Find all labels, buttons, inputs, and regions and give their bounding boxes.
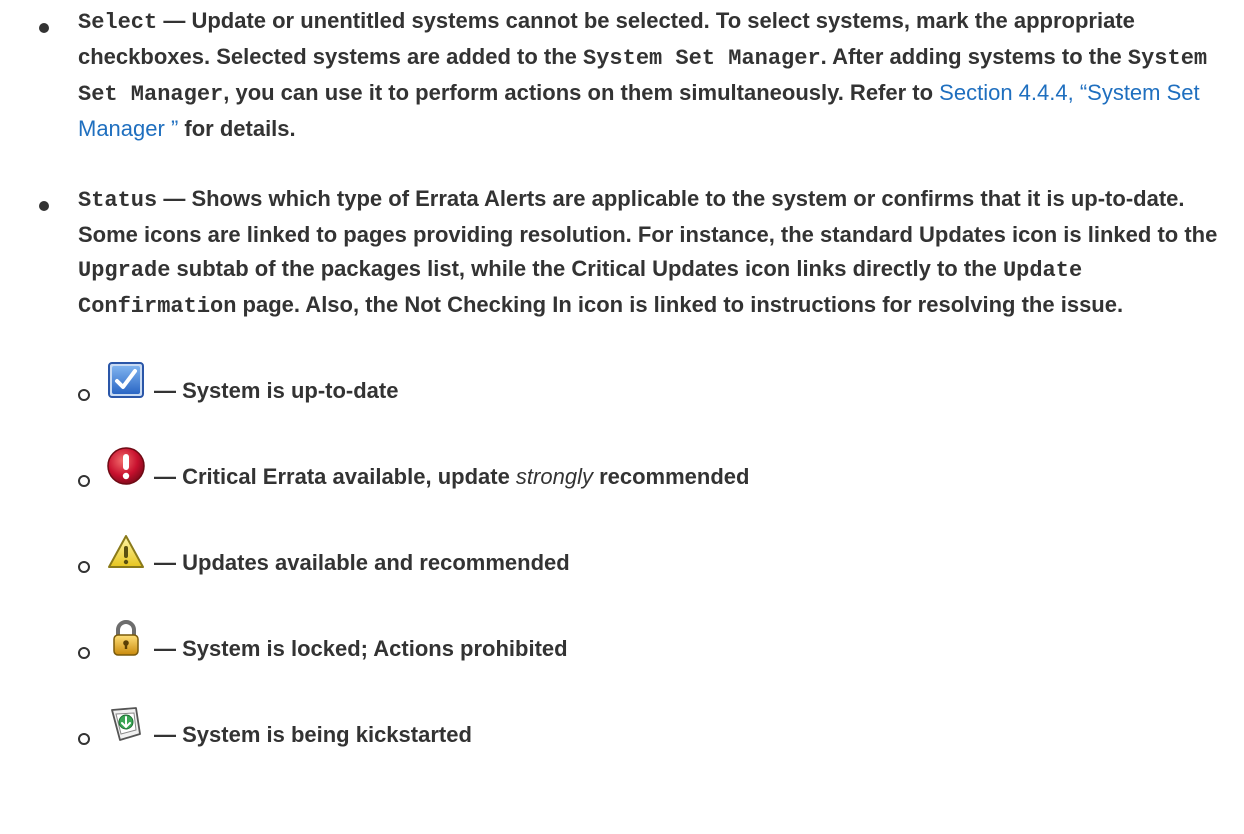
bullet-circle <box>78 561 90 573</box>
select-text-2: . After adding systems to the <box>820 44 1128 69</box>
status-icon-text: — System is being kickstarted <box>154 722 472 747</box>
status-term: Status <box>78 188 158 213</box>
status-icon-item: — System is up-to-date <box>78 362 1224 408</box>
list-item-status: Status — Shows which type of Errata Aler… <box>36 182 1224 752</box>
status-icon-item: — Updates available and recommended <box>78 535 1224 580</box>
bullet-circle <box>78 733 90 745</box>
warning-icon <box>106 532 146 572</box>
kickstart-icon <box>106 704 146 744</box>
document-body: Select — Update or unentitled systems ca… <box>0 0 1244 752</box>
bullet-disc <box>39 23 49 33</box>
lock-icon <box>106 618 146 658</box>
critical-text-after: recommended <box>592 464 750 489</box>
status-icon-item: — System is being kickstarted <box>78 707 1224 752</box>
status-text-1: — Shows which type of Errata Alerts are … <box>78 186 1218 247</box>
strongly-emphasis: strongly <box>515 464 593 489</box>
status-paragraph: Status — Shows which type of Errata Aler… <box>78 182 1224 324</box>
checkbox-icon <box>106 360 146 400</box>
status-text-2: subtab of the packages list, while the C… <box>170 256 1003 281</box>
status-text-3: page. Also, the Not Checking In icon is … <box>236 292 1124 317</box>
bullet-circle <box>78 389 90 401</box>
status-icon-text: — System is locked; Actions prohibited <box>154 636 568 661</box>
status-icon-text: — Updates available and recommended <box>154 550 570 575</box>
status-icon-text: — System is up-to-date <box>154 378 399 403</box>
status-icon-item: — System is locked; Actions prohibited <box>78 620 1224 666</box>
status-icon-list: — System is up-to-date — Critical Errata… <box>78 362 1224 752</box>
status-icon-text: — Critical Errata available, update stro… <box>154 460 749 494</box>
select-term: Select <box>78 10 158 35</box>
critical-text-before: — Critical Errata available, update <box>154 464 516 489</box>
select-paragraph: Select — Update or unentitled systems ca… <box>78 4 1224 146</box>
system-set-manager-term: System Set Manager <box>583 46 821 71</box>
bullet-circle <box>78 647 90 659</box>
status-icon-item: — Critical Errata available, update stro… <box>78 447 1224 494</box>
bullet-disc <box>39 201 49 211</box>
upgrade-term: Upgrade <box>78 258 171 283</box>
select-text-4: for details. <box>178 116 296 141</box>
critical-icon <box>106 446 146 486</box>
select-text-3: , you can use it to perform actions on t… <box>223 80 940 105</box>
list-item-select: Select — Update or unentitled systems ca… <box>36 0 1224 146</box>
bullet-circle <box>78 475 90 487</box>
